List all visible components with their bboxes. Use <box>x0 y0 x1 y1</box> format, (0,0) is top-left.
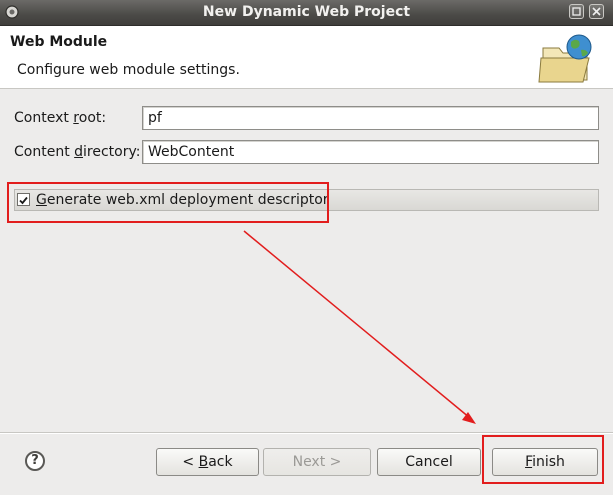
button-bar-separator <box>0 432 613 434</box>
maximize-button[interactable] <box>569 4 584 19</box>
title-bar: New Dynamic Web Project <box>0 0 613 26</box>
finish-button[interactable]: Finish <box>492 448 598 476</box>
context-root-label: Context root: <box>14 110 107 126</box>
web-folder-globe-icon <box>538 34 592 83</box>
cancel-button[interactable]: Cancel <box>377 448 481 476</box>
next-button[interactable]: Next > <box>263 448 371 476</box>
page-title: Web Module <box>10 34 108 50</box>
back-button[interactable]: < Back <box>156 448 259 476</box>
close-button[interactable] <box>589 4 604 19</box>
close-icon <box>592 7 601 16</box>
content-directory-label: Content directory: <box>14 144 141 160</box>
wizard-header: Web Module Configure web module settings… <box>0 26 613 89</box>
content-directory-input[interactable]: WebContent <box>142 140 599 164</box>
checkbox-highlight <box>7 182 329 223</box>
page-description: Configure web module settings. <box>17 62 240 78</box>
window-title: New Dynamic Web Project <box>202 4 411 20</box>
help-icon[interactable]: ? <box>25 451 45 471</box>
maximize-icon <box>572 7 581 16</box>
context-root-input[interactable]: pf <box>142 106 599 130</box>
